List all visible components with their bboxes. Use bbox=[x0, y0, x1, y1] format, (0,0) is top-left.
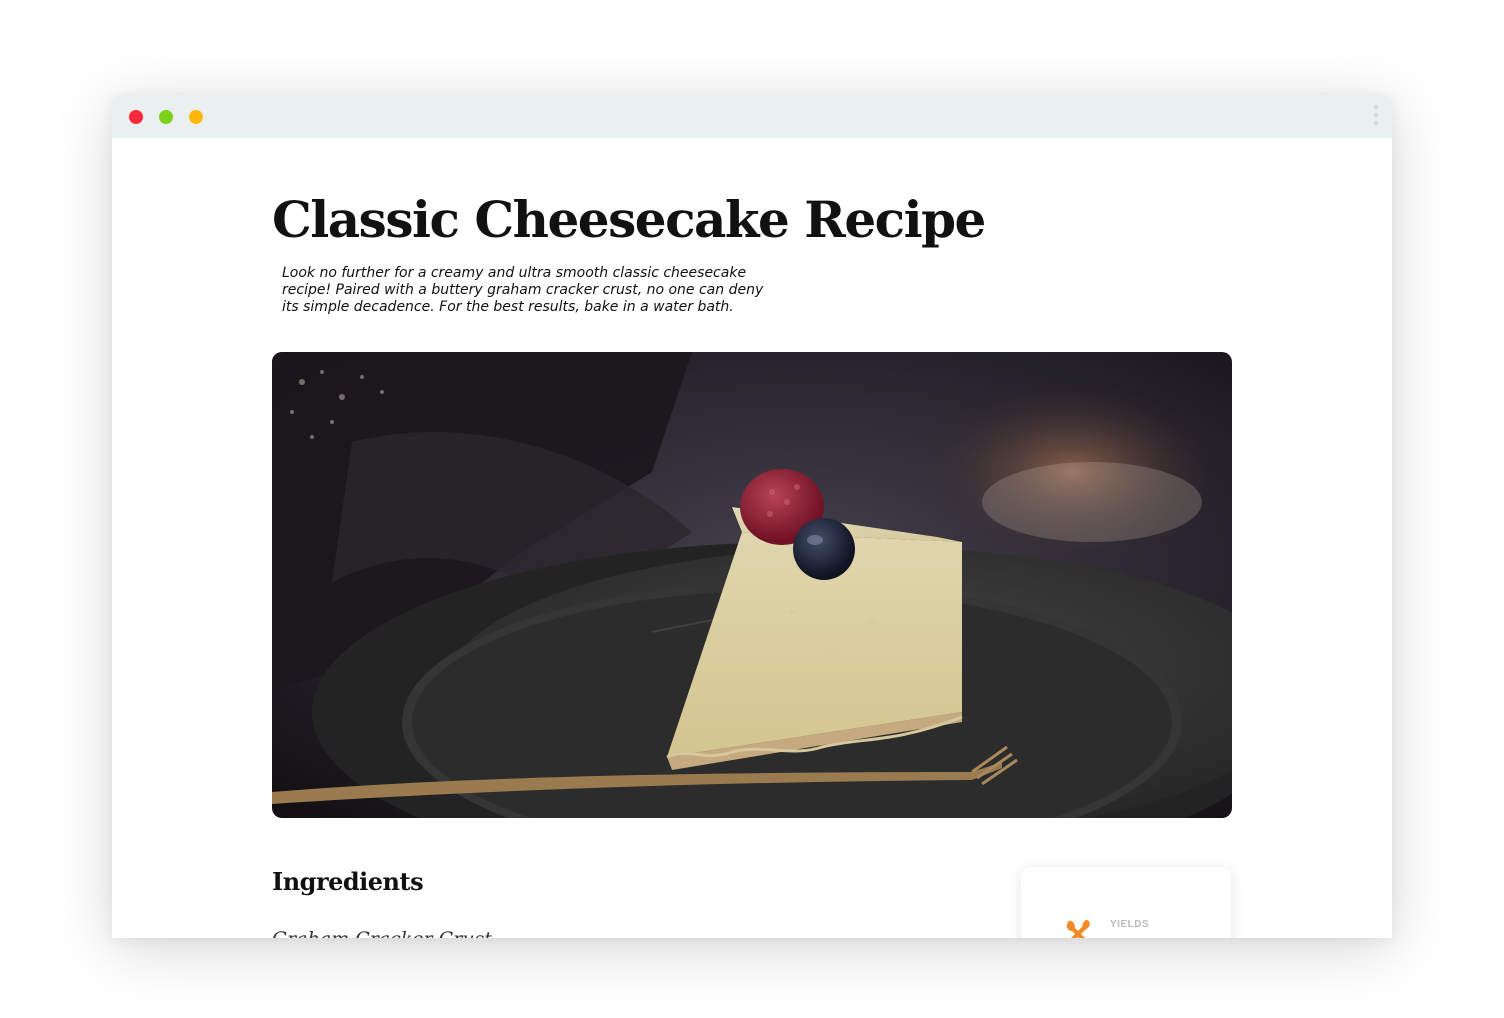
maximize-button[interactable] bbox=[159, 110, 173, 124]
utensils-icon bbox=[1066, 920, 1090, 938]
page-content: Classic Cheesecake Recipe Look no furthe… bbox=[112, 138, 1392, 938]
recipe-info-card: YIELDS bbox=[1021, 867, 1231, 938]
browser-window: Classic Cheesecake Recipe Look no furthe… bbox=[112, 95, 1392, 938]
ingredients-subheading: Graham Cracker Crust bbox=[272, 928, 492, 938]
close-button[interactable] bbox=[129, 110, 143, 124]
minimize-button[interactable] bbox=[189, 110, 203, 124]
vertical-ellipsis-icon[interactable] bbox=[1372, 105, 1380, 131]
page-title: Classic Cheesecake Recipe bbox=[272, 190, 986, 249]
cheesecake-photo bbox=[272, 352, 1232, 818]
recipe-description: Look no further for a creamy and ultra s… bbox=[282, 265, 764, 315]
yields-label: YIELDS bbox=[1110, 919, 1150, 930]
ingredients-heading: Ingredients bbox=[272, 867, 424, 896]
hero-image bbox=[272, 352, 1232, 818]
title-bar bbox=[112, 95, 1392, 138]
